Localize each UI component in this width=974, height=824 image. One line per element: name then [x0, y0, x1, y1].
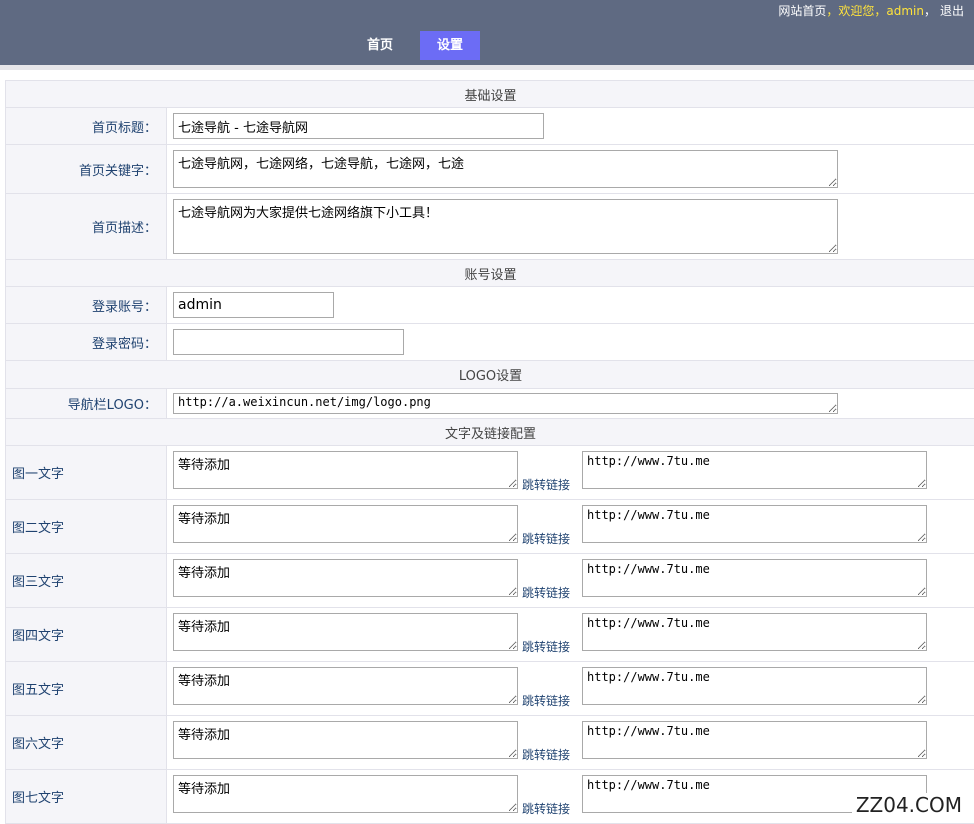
link-url-textarea[interactable]: http://www.7tu.me: [582, 559, 927, 597]
watermark: ZZ04.COM: [852, 793, 966, 817]
home-keywords-textarea[interactable]: 七途导航网，七途网络，七途导航，七途网，七途: [173, 150, 838, 188]
link-row-label: 图六文字: [6, 716, 167, 770]
welcome-text: 欢迎您，: [838, 4, 886, 18]
link-url-textarea[interactable]: http://www.7tu.me: [582, 505, 927, 543]
link-row-label: 图一文字: [6, 446, 167, 500]
link-text-textarea[interactable]: 等待添加: [173, 505, 518, 543]
link-url-textarea[interactable]: http://www.7tu.me: [582, 721, 927, 759]
jump-link-label: 跳转链接: [522, 638, 570, 655]
link-text-textarea[interactable]: 等待添加: [173, 775, 518, 813]
link-text-textarea[interactable]: 等待添加: [173, 451, 518, 489]
login-password-input[interactable]: [173, 329, 404, 355]
link-row-label: 图三文字: [6, 554, 167, 608]
link-url-textarea[interactable]: http://www.7tu.me: [582, 667, 927, 705]
link-row-label: 图二文字: [6, 500, 167, 554]
nav-tab-settings[interactable]: 设置: [420, 31, 480, 60]
site-home-link[interactable]: 网站首页: [778, 4, 826, 18]
nav-logo-url-textarea[interactable]: http://a.weixincun.net/img/logo.png: [173, 393, 838, 414]
section-basic-title: 基础设置: [6, 81, 974, 108]
link-text-textarea[interactable]: 等待添加: [173, 721, 518, 759]
link-row-label: 图四文字: [6, 608, 167, 662]
link-url-textarea[interactable]: http://www.7tu.me: [582, 451, 927, 489]
nav-logo-label: 导航栏LOGO：: [6, 389, 167, 419]
nav-tab-home[interactable]: 首页: [358, 31, 402, 60]
jump-link-label: 跳转链接: [522, 476, 570, 493]
home-description-textarea[interactable]: 七途导航网为大家提供七途网络旗下小工具！: [173, 199, 838, 254]
jump-link-label: 跳转链接: [522, 692, 570, 709]
jump-link-label: 跳转链接: [522, 530, 570, 547]
jump-link-label: 跳转链接: [522, 800, 570, 817]
header-divider: [0, 65, 974, 70]
separator: ，: [826, 4, 838, 18]
link-text-textarea[interactable]: 等待添加: [173, 559, 518, 597]
link-row-label: 图七文字: [6, 770, 167, 824]
link-text-textarea[interactable]: 等待添加: [173, 667, 518, 705]
separator: ，: [924, 4, 936, 18]
login-account-input[interactable]: [173, 292, 334, 318]
jump-link-label: 跳转链接: [522, 746, 570, 763]
username: admin: [886, 4, 924, 18]
top-links: 网站首页，欢迎您，admin，退出: [778, 2, 964, 19]
jump-link-label: 跳转链接: [522, 584, 570, 601]
login-password-label: 登录密码：: [6, 324, 167, 361]
home-title-label: 首页标题：: [6, 108, 167, 145]
home-keywords-label: 首页关键字：: [6, 145, 167, 194]
logout-link[interactable]: 退出: [940, 4, 964, 18]
section-account-title: 账号设置: [6, 260, 974, 287]
section-links-title: 文字及链接配置: [6, 419, 974, 446]
login-account-label: 登录账号：: [6, 287, 167, 324]
link-url-textarea[interactable]: http://www.7tu.me: [582, 613, 927, 651]
section-logo-title: LOGO设置: [6, 361, 974, 389]
home-title-input[interactable]: [173, 113, 544, 139]
link-row-label: 图五文字: [6, 662, 167, 716]
home-description-label: 首页描述：: [6, 194, 167, 260]
top-bar: 网站首页，欢迎您，admin，退出 首页 设置: [0, 0, 974, 65]
settings-form: 基础设置 首页标题： 首页关键字： 七途导航网，七途网络，七途导航，七途网，七途…: [5, 80, 974, 824]
link-text-textarea[interactable]: 等待添加: [173, 613, 518, 651]
